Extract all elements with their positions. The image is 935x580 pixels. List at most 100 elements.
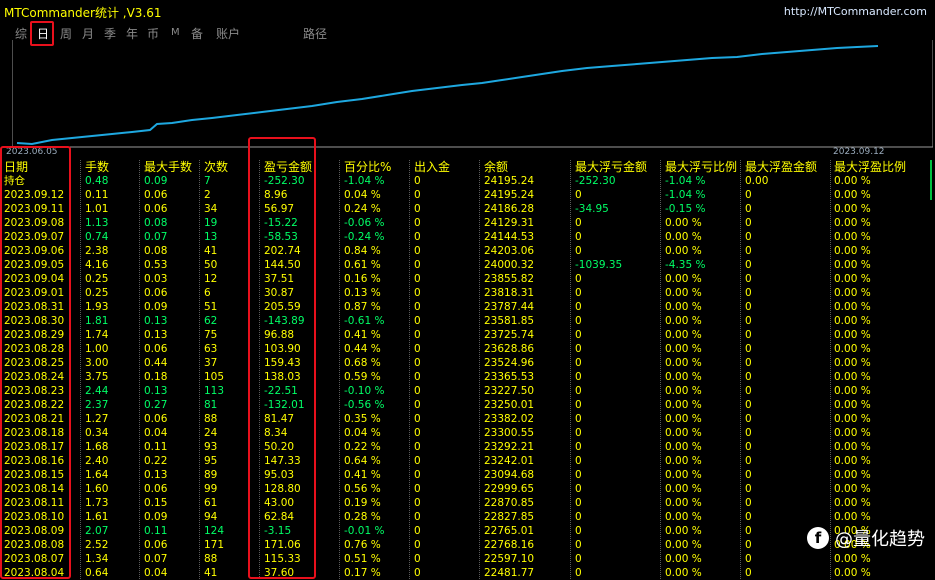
table-row[interactable]: 2023.08.08 2.52 0.06 171 171.06 0.76 % 0 22768.…	[0, 538, 935, 552]
table-cell: 0.00 %	[834, 343, 871, 355]
table-cell: 23524.96	[484, 357, 535, 369]
column-header[interactable]: 最大手数	[144, 160, 192, 174]
column-header[interactable]: 手数	[85, 160, 109, 174]
table-cell: 23242.01	[484, 455, 535, 467]
table-cell: 0.13	[144, 315, 168, 327]
table-row[interactable]: 2023.09.12 0.11 0.06 2 8.96 0.04 % 0 24195.24 0-…	[0, 188, 935, 202]
table-row[interactable]: 2023.08.21 1.27 0.06 88 81.47 0.35 % 0 23382.02…	[0, 412, 935, 426]
watermark-logo-icon: f	[807, 527, 829, 549]
column-header[interactable]: 余额	[484, 160, 508, 174]
table-cell: 0	[575, 385, 582, 397]
table-row[interactable]: 2023.08.09 2.07 0.11 124 -3.15 -0.01 % 0 22765.…	[0, 524, 935, 538]
table-cell: 1.01	[85, 203, 109, 215]
table-cell: 0.00 %	[665, 329, 702, 341]
table-cell: 23292.21	[484, 441, 535, 453]
table-cell: 0.13	[144, 385, 168, 397]
equity-curve-svg	[12, 40, 933, 148]
table-cell: 0.16 %	[344, 273, 381, 285]
table-cell: 0	[575, 245, 582, 257]
table-cell: 2.44	[85, 385, 109, 397]
table-cell: 0.59 %	[344, 371, 381, 383]
table-row[interactable]: 2023.08.11 1.73 0.15 61 43.00 0.19 % 0 22870.85…	[0, 496, 935, 510]
table-row[interactable]: 2023.08.23 2.44 0.13 113 -22.51 -0.10 % 0 23227…	[0, 384, 935, 398]
table-row[interactable]: 2023.09.04 0.25 0.03 12 37.51 0.16 % 0 23855.82…	[0, 272, 935, 286]
column-header[interactable]: 出入金	[414, 160, 450, 174]
table-cell: 63	[204, 343, 218, 355]
table-cell: 0	[745, 203, 752, 215]
table-cell: 0	[414, 189, 421, 201]
table-row[interactable]: 2023.09.07 0.74 0.07 13 -58.53 -0.24 % 0 24144.…	[0, 230, 935, 244]
table-cell: 0.76 %	[344, 539, 381, 551]
table-row[interactable]: 2023.08.18 0.34 0.04 24 8.34 0.04 % 0 23300.55 0…	[0, 426, 935, 440]
table-cell: 0	[414, 441, 421, 453]
table-row[interactable]: 2023.09.11 1.01 0.06 34 56.97 0.24 % 0 24186.28…	[0, 202, 935, 216]
column-header[interactable]: 最大浮盈比例	[834, 160, 906, 174]
table-row[interactable]: 2023.08.16 2.40 0.22 95 147.33 0.64 % 0 23242.0…	[0, 454, 935, 468]
table-row[interactable]: 2023.08.22 2.37 0.27 81 -132.01 -0.56 % 0 23250…	[0, 398, 935, 412]
table-cell: -0.24 %	[344, 231, 385, 243]
table-cell: -0.56 %	[344, 399, 385, 411]
table-cell: 0.64	[85, 567, 109, 579]
table-cell: 0.00 %	[834, 315, 871, 327]
column-header[interactable]: 百分比%	[344, 160, 391, 174]
table-cell: -34.95	[575, 203, 609, 215]
table-row[interactable]: 2023.08.04 0.64 0.04 41 37.60 0.17 % 0 22481.77…	[0, 566, 935, 580]
table-cell: 23227.50	[484, 385, 535, 397]
table-cell: 0.19 %	[344, 497, 381, 509]
table-cell: 0	[414, 175, 421, 187]
column-header[interactable]: 最大浮亏金额	[575, 160, 647, 174]
table-cell: 0.56 %	[344, 483, 381, 495]
table-row[interactable]: 持仓 0.48 0.09 7 -252.30 -1.04 % 0 24195.24 -252.3…	[0, 174, 935, 188]
table-cell: 2.07	[85, 525, 109, 537]
table-cell: 0.06	[144, 539, 168, 551]
table-cell: 0	[414, 539, 421, 551]
table-cell: 0.00 %	[834, 483, 871, 495]
app-url-link[interactable]: http://MTCommander.com	[784, 5, 927, 18]
column-header[interactable]: 最大浮盈金额	[745, 160, 817, 174]
table-cell: 0.11	[144, 441, 168, 453]
table-cell: 0	[745, 329, 752, 341]
table-cell: 24	[204, 427, 218, 439]
table-row[interactable]: 2023.08.28 1.00 0.06 63 103.90 0.44 % 0 23628.8…	[0, 342, 935, 356]
table-cell: 0.00 %	[834, 357, 871, 369]
column-header[interactable]: 次数	[204, 160, 228, 174]
table-cell: 113	[204, 385, 225, 397]
table-cell: 0	[414, 483, 421, 495]
table-cell: 0.00 %	[665, 301, 702, 313]
table-cell: 2.40	[85, 455, 109, 467]
table-cell: 50	[204, 259, 218, 271]
table-cell: 2.38	[85, 245, 109, 257]
column-header[interactable]: 最大浮亏比例	[665, 160, 737, 174]
table-row[interactable]: 2023.08.07 1.34 0.07 88 115.33 0.51 % 0 22597.1…	[0, 552, 935, 566]
table-cell: 0	[745, 525, 752, 537]
tab-7[interactable]: M	[171, 27, 180, 38]
scrollbar-indicator[interactable]	[930, 160, 932, 200]
table-cell: 0	[745, 371, 752, 383]
table-cell: 23628.86	[484, 343, 535, 355]
table-row[interactable]: 2023.08.29 1.74 0.13 75 96.88 0.41 % 0 23725.74…	[0, 328, 935, 342]
table-cell: 0	[414, 259, 421, 271]
table-cell: 0.17 %	[344, 567, 381, 579]
table-row[interactable]: 2023.09.05 4.16 0.53 50 144.50 0.61 % 0 24000.3…	[0, 258, 935, 272]
table-row[interactable]: 2023.09.01 0.25 0.06 6 30.87 0.13 % 0 23818.31 0…	[0, 286, 935, 300]
table-cell: 0.00 %	[834, 231, 871, 243]
table-cell: 93	[204, 441, 218, 453]
table-cell: 7	[204, 175, 211, 187]
table-row[interactable]: 2023.08.14 1.60 0.06 99 128.80 0.56 % 0 22999.6…	[0, 482, 935, 496]
table-row[interactable]: 2023.09.06 2.38 0.08 41 202.74 0.84 % 0 24203.0…	[0, 244, 935, 258]
table-row[interactable]: 2023.08.10 1.61 0.09 94 62.84 0.28 % 0 22827.85…	[0, 510, 935, 524]
table-row[interactable]: 2023.08.25 3.00 0.44 37 159.43 0.68 % 0 23524.9…	[0, 356, 935, 370]
table-cell: 0.87 %	[344, 301, 381, 313]
table-cell: 0	[745, 399, 752, 411]
table-row[interactable]: 2023.08.24 3.75 0.18 105 138.03 0.59 % 0 23365.…	[0, 370, 935, 384]
table-row[interactable]: 2023.08.15 1.64 0.13 89 95.03 0.41 % 0 23094.68…	[0, 468, 935, 482]
table-row[interactable]: 2023.08.17 1.68 0.11 93 50.20 0.22 % 0 23292.21…	[0, 440, 935, 454]
table-cell: 0.00 %	[834, 175, 871, 187]
table-cell: 95	[204, 455, 218, 467]
table-cell: 0.09	[144, 511, 168, 523]
table-cell: 0.22	[144, 455, 168, 467]
table-cell: 0	[575, 371, 582, 383]
table-row[interactable]: 2023.08.31 1.93 0.09 51 205.59 0.87 % 0 23787.4…	[0, 300, 935, 314]
table-row[interactable]: 2023.08.30 1.81 0.13 62 -143.89 -0.61 % 0 23581…	[0, 314, 935, 328]
table-row[interactable]: 2023.09.08 1.13 0.08 19 -15.22 -0.06 % 0 24129.…	[0, 216, 935, 230]
